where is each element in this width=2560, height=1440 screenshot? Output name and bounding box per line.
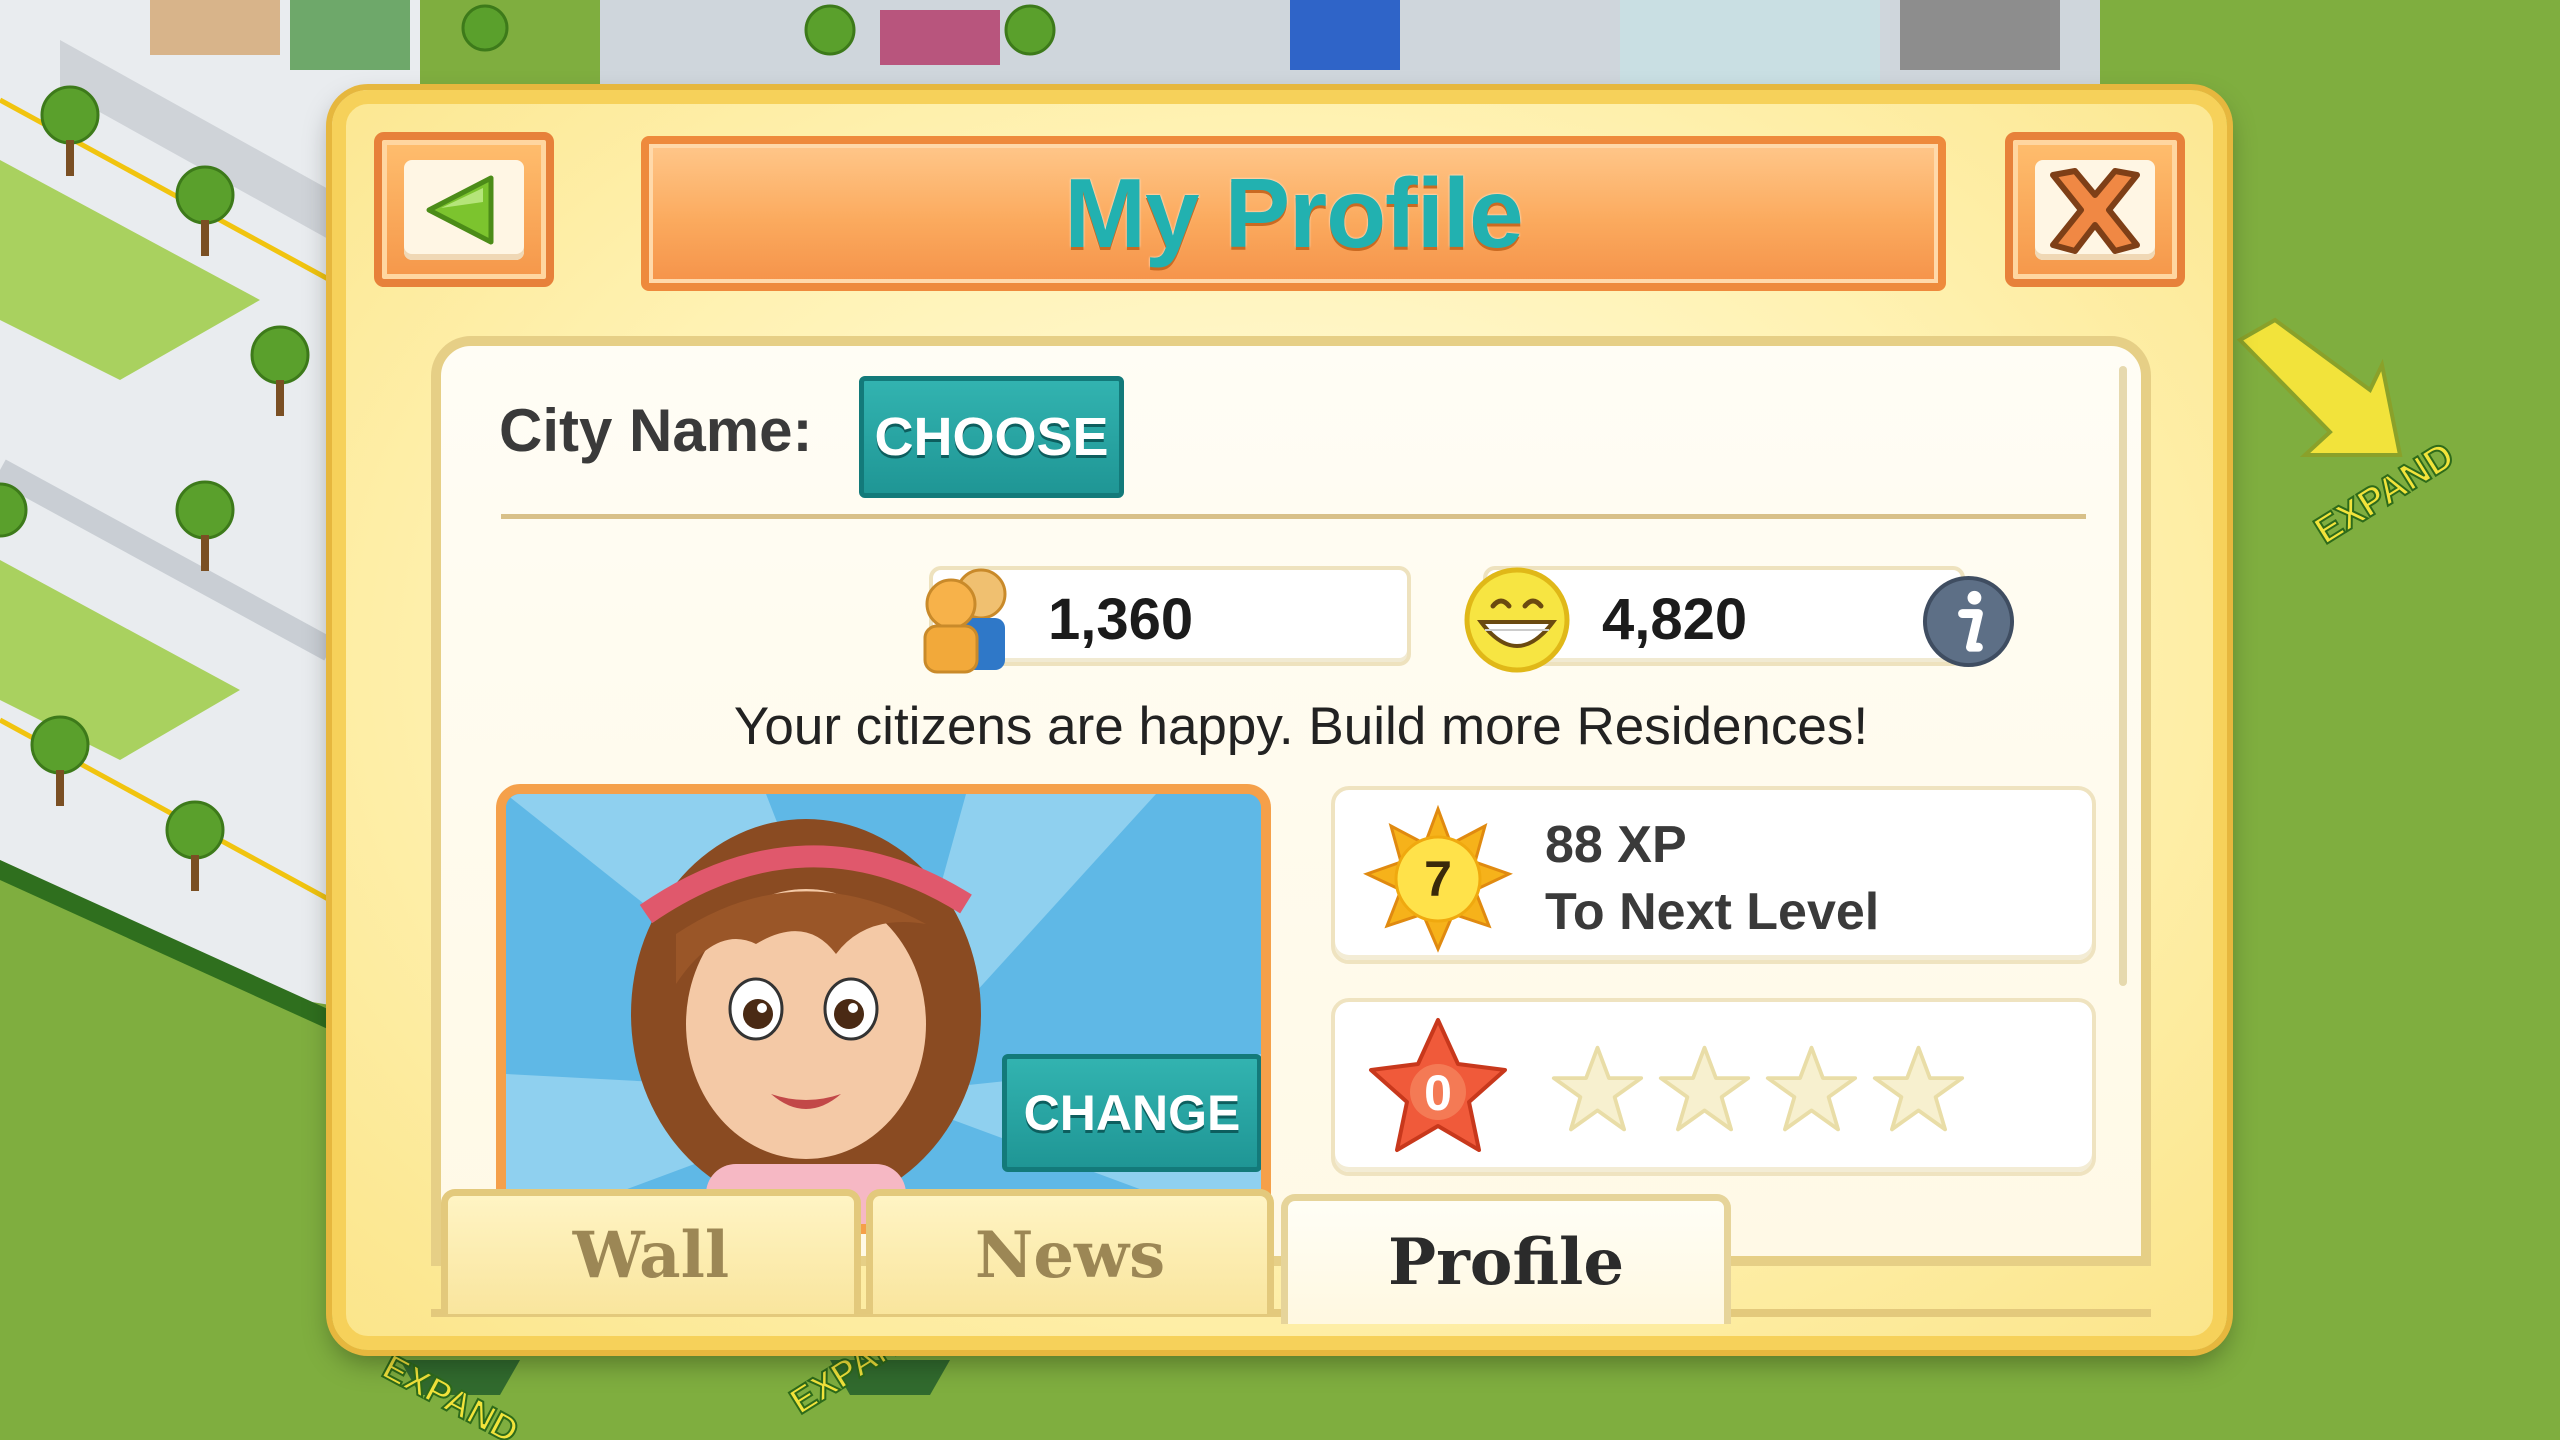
- citizens-status-message: Your citizens are happy. Build more Resi…: [733, 697, 1869, 756]
- choose-city-name-button[interactable]: CHOOSE: [859, 376, 1124, 498]
- back-arrow-icon: [426, 175, 494, 245]
- rank-stars-box: 0: [1331, 998, 2096, 1176]
- citizens-icon: [923, 568, 1007, 674]
- empty-star-icon: [1551, 1045, 1644, 1132]
- back-button[interactable]: [374, 132, 554, 287]
- change-avatar-button[interactable]: CHANGE: [1002, 1054, 1261, 1172]
- info-icon[interactable]: [1921, 574, 2016, 669]
- sun-level-icon: 7: [1363, 804, 1513, 953]
- rank-star-icon: 0: [1369, 1018, 1507, 1152]
- happiness-stat: 4,820: [1464, 566, 1965, 673]
- level-number: 7: [1424, 851, 1452, 907]
- title-bar: My Profile: [641, 136, 1946, 291]
- rank-number: 0: [1424, 1065, 1452, 1121]
- dialog-title: My Profile: [1064, 158, 1523, 268]
- empty-star-icon: [1765, 1045, 1858, 1132]
- empty-star-icon: [1658, 1045, 1751, 1132]
- tab-wall[interactable]: Wall: [441, 1189, 861, 1314]
- profile-dialog: My Profile City Name: CHOOSE 1,360 4,820…: [332, 90, 2227, 1350]
- tab-profile[interactable]: Profile: [1281, 1194, 1731, 1324]
- profile-content-panel: City Name: CHOOSE 1,360 4,820 Your citiz…: [431, 336, 2151, 1266]
- rank-stars-row: [1550, 1042, 1966, 1137]
- close-button-face: [2035, 160, 2155, 260]
- xp-amount: 88 XP: [1545, 816, 1687, 874]
- tab-news[interactable]: News: [866, 1189, 1274, 1314]
- happiness-value: 4,820: [1602, 587, 1748, 652]
- level-xp-box: 7 88 XP To Next Level: [1331, 786, 2096, 964]
- population-stat: 1,360: [923, 566, 1411, 674]
- divider: [501, 514, 2086, 519]
- xp-next-level-label: To Next Level: [1545, 883, 1880, 941]
- close-button[interactable]: [2005, 132, 2185, 287]
- empty-star-icon: [1872, 1045, 1965, 1132]
- avatar-frame: CHANGE: [496, 784, 1271, 1234]
- city-name-label: City Name:: [499, 397, 813, 464]
- smiley-icon: [1464, 567, 1570, 673]
- scrollbar[interactable]: [2119, 366, 2127, 986]
- close-x-icon: [2050, 168, 2140, 254]
- population-value: 1,360: [1048, 587, 1194, 652]
- back-button-face: [404, 160, 524, 260]
